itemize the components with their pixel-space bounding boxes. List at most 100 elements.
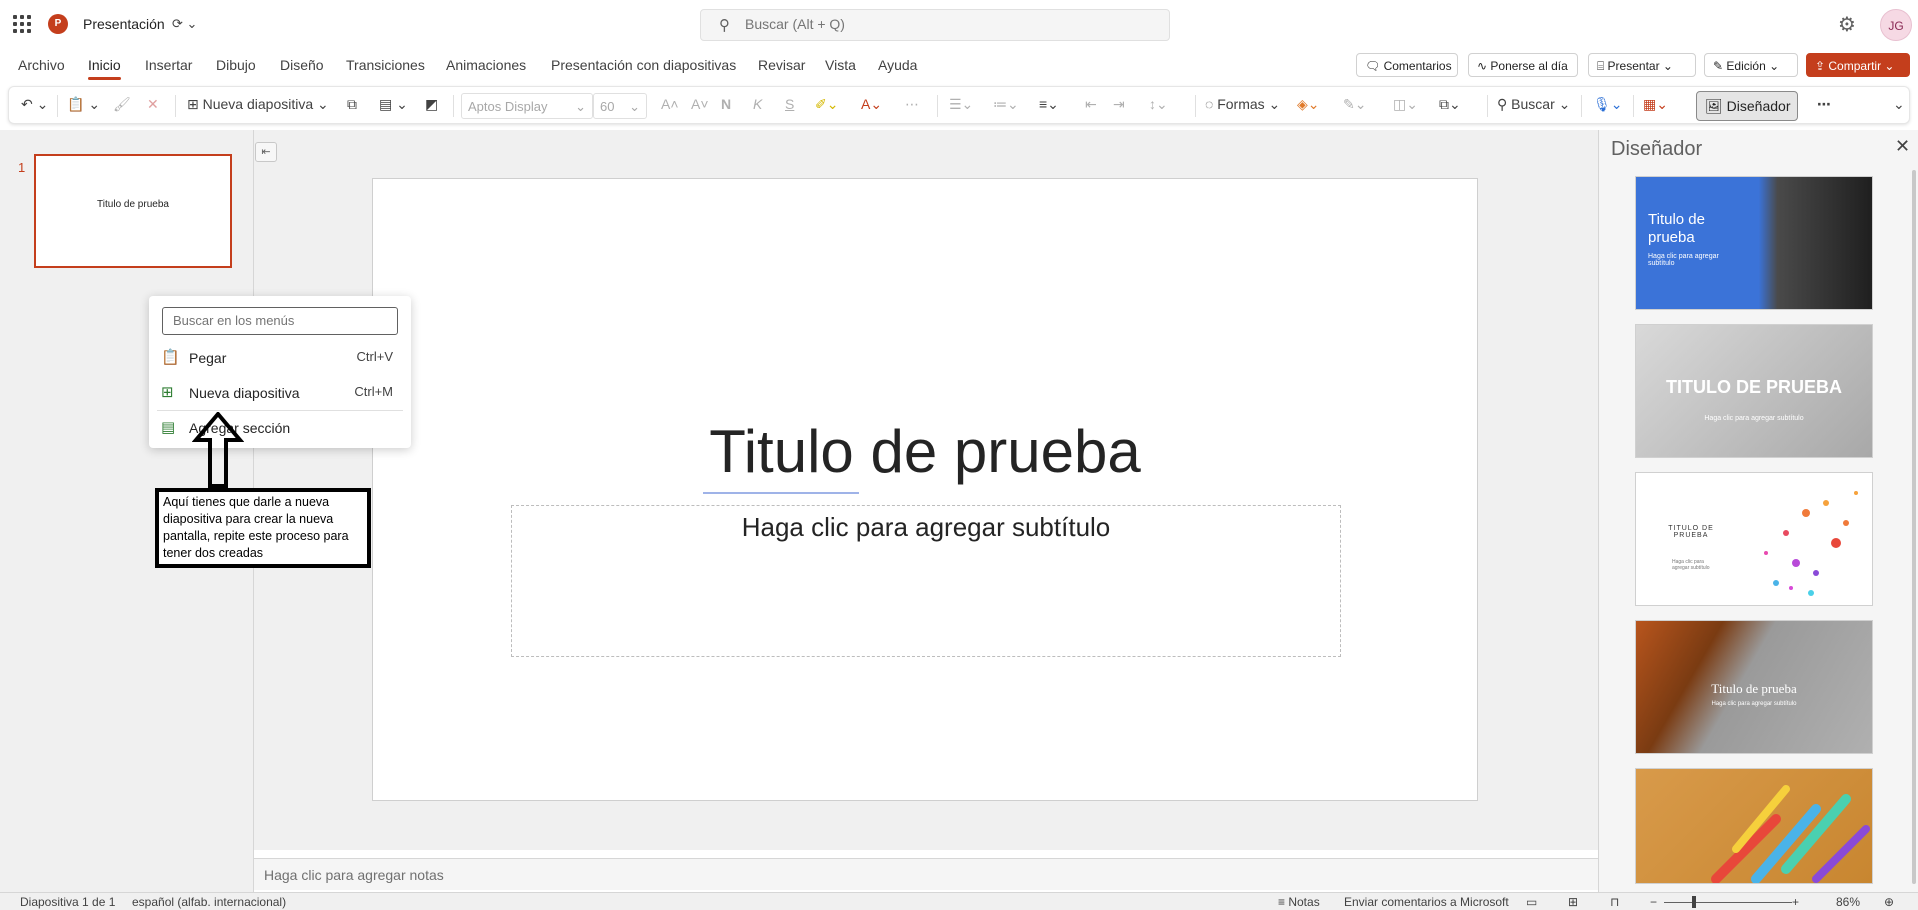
design-option[interactable]: Titulo de prueba Haga clic para agregar … <box>1635 620 1873 754</box>
present-button[interactable]: ⌸ Presentar ⌄ <box>1588 53 1696 77</box>
subtitle-placeholder[interactable]: Haga clic para agregar subtítulo <box>511 505 1341 657</box>
slide-count: Diapositiva 1 de 1 <box>20 895 116 909</box>
more-options-icon[interactable]: ⋯ <box>1817 96 1831 113</box>
menu-search-box[interactable] <box>162 307 398 335</box>
tab-transiciones[interactable]: Transiciones <box>346 57 425 73</box>
font-color-icon[interactable]: A⌄ <box>861 96 882 113</box>
line-spacing-icon[interactable]: ↕⌄ <box>1149 96 1168 113</box>
present-icon: ⌸ <box>1597 59 1608 73</box>
bold-icon[interactable]: N <box>721 96 731 112</box>
font-name-select[interactable]: Aptos Display ⌄ <box>461 93 593 119</box>
tab-ayuda[interactable]: Ayuda <box>878 57 917 73</box>
shapes-icon: ◌ <box>1205 96 1218 112</box>
app-launcher-icon[interactable] <box>13 15 31 33</box>
design-option[interactable]: TITULO DE PRUEBA Haga clic para agregar … <box>1635 324 1873 458</box>
subtitle-text: Haga clic para agregar subtítulo <box>741 512 1111 542</box>
dictate-icon[interactable]: 🎙⌄ <box>1593 96 1623 113</box>
underline-icon[interactable]: S <box>785 96 794 112</box>
document-title[interactable]: Presentación <box>83 16 165 32</box>
tab-dibujo[interactable]: Dibujo <box>216 57 256 73</box>
search-bar[interactable]: ⚲ <box>700 9 1170 41</box>
tab-revisar[interactable]: Revisar <box>758 57 805 73</box>
notes-placeholder: Haga clic para agregar notas <box>264 867 444 883</box>
slide-title[interactable]: Titulo de prueba <box>373 417 1477 486</box>
tab-archivo[interactable]: Archivo <box>18 57 65 73</box>
close-icon[interactable]: ✕ <box>1895 136 1910 157</box>
bullets-icon[interactable]: ☰⌄ <box>949 96 973 113</box>
editing-mode-button[interactable]: ✎ Edición ⌄ <box>1704 53 1798 77</box>
autosave-status-icon[interactable]: ⟳ ⌄ <box>172 16 197 32</box>
user-avatar[interactable]: JG <box>1880 9 1912 41</box>
tab-insertar[interactable]: Insertar <box>145 57 192 73</box>
numbering-icon[interactable]: ≔⌄ <box>993 96 1019 113</box>
add-ins-icon[interactable]: ▦⌄ <box>1643 96 1668 113</box>
fit-to-window-icon[interactable]: ⊕ <box>1884 895 1894 909</box>
slide-thumbnail[interactable]: Titulo de prueba <box>34 154 232 268</box>
undo-icon[interactable]: ↶ ⌄ <box>21 96 48 113</box>
notes-toggle[interactable]: ≡ Notas <box>1278 895 1320 909</box>
share-icon: ⇪ <box>1815 59 1829 73</box>
tab-animaciones[interactable]: Animaciones <box>446 57 526 73</box>
shape-effects-icon[interactable]: ◫⌄ <box>1393 96 1418 113</box>
paste-icon[interactable]: 📋 ⌄ <box>67 96 100 113</box>
shape-fill-icon[interactable]: ◈⌄ <box>1297 96 1320 113</box>
shapes-button[interactable]: ◌ Formas ⌄ <box>1205 96 1280 113</box>
increase-font-icon[interactable]: A˄ <box>661 96 679 112</box>
design-option[interactable] <box>1635 768 1873 884</box>
settings-gear-icon[interactable]: ⚙ <box>1838 12 1856 37</box>
zoom-slider-thumb[interactable] <box>1692 896 1696 908</box>
find-button[interactable]: ⚲ Buscar ⌄ <box>1497 96 1570 113</box>
new-slide-icon: ⊞ <box>187 96 203 112</box>
italic-icon[interactable]: K <box>753 96 762 112</box>
decrease-font-icon[interactable]: A˅ <box>691 96 709 112</box>
delete-icon[interactable]: ✕ <box>147 96 159 113</box>
designer-button[interactable]: 🖼 Diseñador <box>1696 91 1798 121</box>
zoom-level[interactable]: 86% <box>1836 895 1860 909</box>
slide-sorter-icon[interactable]: ⊞ <box>1568 895 1578 909</box>
menu-item-new-slide[interactable]: ⊞ Nueva diapositiva Ctrl+M <box>157 377 403 407</box>
tab-presentacion[interactable]: Presentación con diapositivas <box>551 57 736 73</box>
new-slide-icon: ⊞ <box>161 384 174 401</box>
share-button[interactable]: ⇪ Compartir ⌄ <box>1806 53 1910 77</box>
chevron-down-icon[interactable]: ⌄ <box>1660 59 1673 73</box>
slide-canvas[interactable]: Titulo de prueba Haga clic para agregar … <box>372 178 1478 801</box>
highlight-icon[interactable]: ✐⌄ <box>815 96 838 113</box>
more-font-options-icon[interactable]: ⋯ <box>905 96 919 113</box>
notes-icon: ≡ <box>1278 895 1289 909</box>
arrange-icon[interactable]: ⧉⌄ <box>1439 96 1461 113</box>
tab-inicio[interactable]: Inicio <box>88 57 121 80</box>
align-icon[interactable]: ≡⌄ <box>1039 96 1059 113</box>
background-icon[interactable]: ◩ <box>425 96 438 113</box>
normal-view-icon[interactable]: ▭ <box>1526 895 1537 909</box>
language-indicator[interactable]: español (alfab. internacional) <box>132 895 286 909</box>
zoom-in-icon[interactable]: + <box>1792 895 1799 909</box>
shape-outline-icon[interactable]: ✎⌄ <box>1343 96 1366 113</box>
catch-up-button[interactable]: ∿ Ponerse al día <box>1468 53 1578 77</box>
notes-pane[interactable]: Haga clic para agregar notas <box>254 858 1598 890</box>
zoom-slider[interactable] <box>1664 902 1792 903</box>
menu-search-input[interactable] <box>173 313 383 328</box>
paste-icon: 📋 <box>161 349 180 366</box>
reading-view-icon[interactable]: ⊓ <box>1610 895 1619 909</box>
font-size-select[interactable]: 60 ⌄ <box>593 93 647 119</box>
search-input[interactable] <box>745 16 1145 32</box>
layout-icon[interactable]: ▤ ⌄ <box>379 96 408 113</box>
design-option[interactable]: Titulo de prueba Haga clic para agregar … <box>1635 176 1873 310</box>
feedback-link[interactable]: Enviar comentarios a Microsoft <box>1344 895 1509 909</box>
menu-item-paste[interactable]: 📋 Pegar Ctrl+V <box>157 342 403 372</box>
comments-button[interactable]: 🗨 Comentarios <box>1356 53 1458 77</box>
collapse-pane-icon[interactable]: ⇤ <box>255 142 277 162</box>
tab-vista[interactable]: Vista <box>825 57 856 73</box>
designer-scrollbar[interactable] <box>1912 170 1916 884</box>
annotation-arrow <box>192 412 244 488</box>
reuse-slides-icon[interactable]: ⧉ <box>347 96 357 113</box>
title-bar: P Presentación ⟳ ⌄ ⚲ ⚙ JG <box>0 0 1918 50</box>
new-slide-button[interactable]: ⊞ Nueva diapositiva ⌄ <box>187 96 329 113</box>
design-option[interactable]: TITULO DE PRUEBA Haga clic para agregar … <box>1635 472 1873 606</box>
decrease-indent-icon[interactable]: ⇤ <box>1085 96 1097 113</box>
expand-ribbon-icon[interactable]: ⌄ <box>1893 96 1905 113</box>
tab-diseno[interactable]: Diseño <box>280 57 324 73</box>
zoom-out-icon[interactable]: − <box>1650 895 1657 909</box>
format-painter-icon[interactable]: 🖌 <box>113 96 131 113</box>
increase-indent-icon[interactable]: ⇥ <box>1113 96 1125 113</box>
